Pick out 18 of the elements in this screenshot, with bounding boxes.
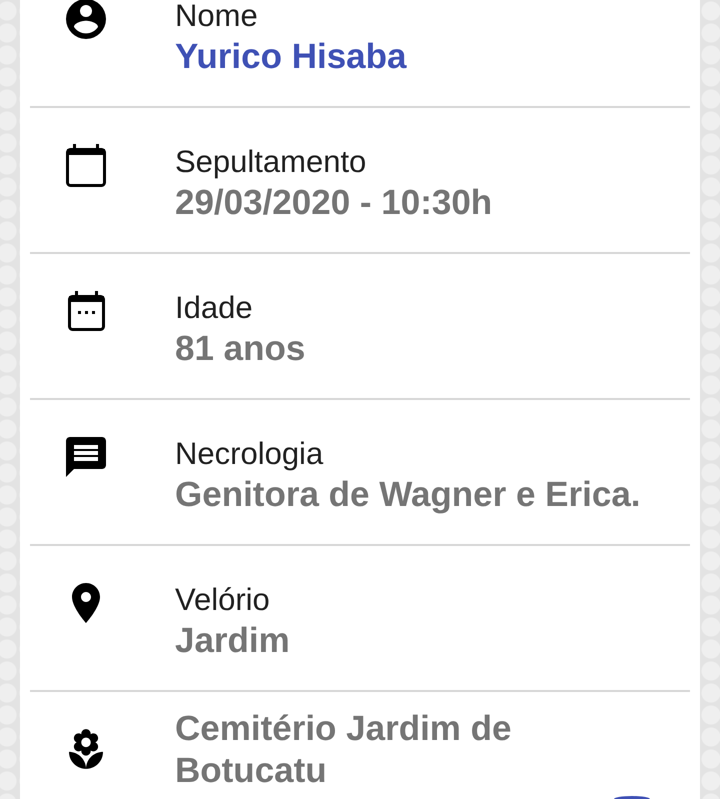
calendar-icon	[66, 144, 106, 186]
location-pin-icon	[72, 583, 100, 623]
field-label: Idade	[175, 289, 253, 327]
field-label: Necrologia	[175, 435, 324, 473]
floating-action-button[interactable]	[614, 796, 650, 799]
field-label: Velório	[175, 581, 270, 619]
field-value: Yurico Hisaba	[175, 36, 406, 78]
field-value: Genitora de Wagner e Erica.	[175, 474, 641, 516]
flower-icon	[69, 729, 103, 769]
field-value: Cemitério Jardim de Botucatu	[175, 708, 512, 792]
calendar-dots-icon	[68, 291, 104, 331]
field-value: 29/03/2020 - 10:30h	[175, 182, 492, 224]
field-value: 81 anos	[175, 328, 306, 370]
field-label: Nome	[175, 0, 258, 35]
person-icon	[66, 0, 106, 39]
field-value: Jardim	[175, 620, 290, 662]
message-icon	[66, 437, 106, 477]
field-label: Sepultamento	[175, 143, 366, 181]
